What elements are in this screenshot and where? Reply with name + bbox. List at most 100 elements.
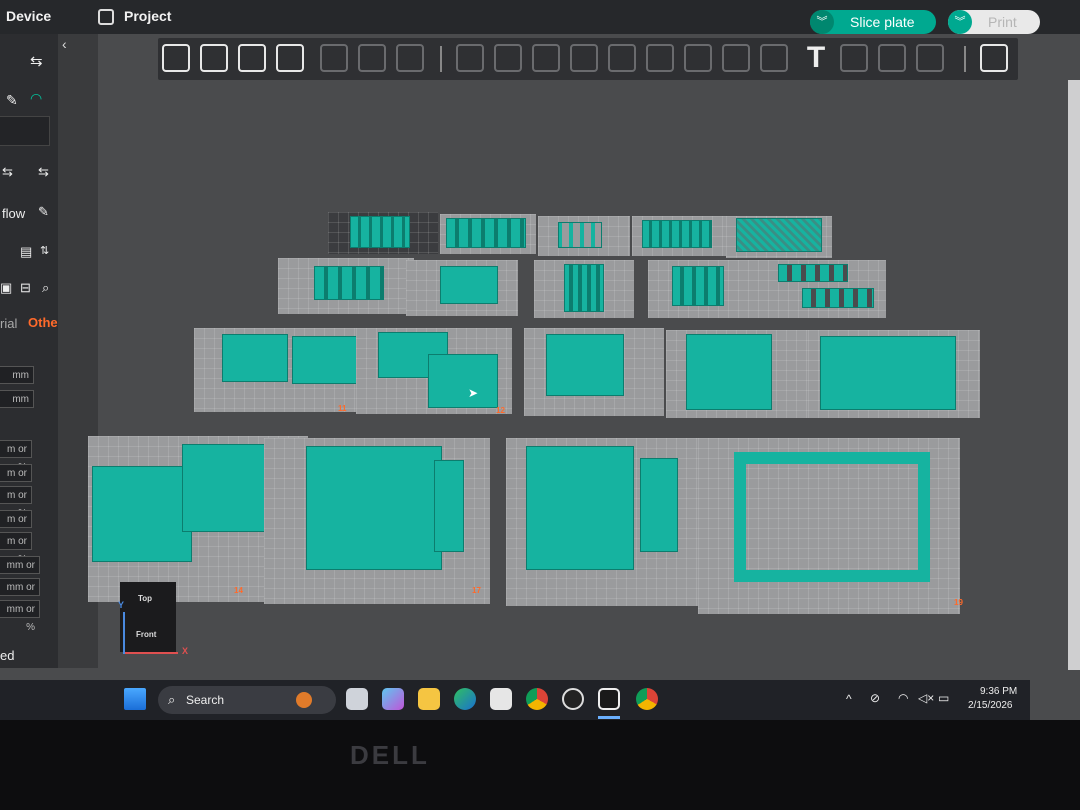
plate-part[interactable] bbox=[736, 218, 822, 252]
color-paint-icon[interactable] bbox=[760, 44, 788, 72]
layers-icon[interactable] bbox=[396, 44, 424, 72]
printer-select[interactable] bbox=[0, 116, 50, 146]
build-plate[interactable] bbox=[666, 330, 816, 418]
add-object-icon[interactable] bbox=[162, 44, 190, 72]
chrome-icon[interactable] bbox=[636, 688, 658, 710]
build-plate-canvas[interactable]: 11 12 ➤ 14 17 18 bbox=[58, 80, 1068, 670]
settings-sliders-icon[interactable]: ⇆ bbox=[30, 52, 43, 70]
view-cube[interactable]: Top Front bbox=[120, 582, 176, 652]
add-plate-icon[interactable] bbox=[200, 44, 228, 72]
print-button[interactable]: ︾ Print bbox=[948, 10, 1040, 34]
split-parts-icon[interactable] bbox=[358, 44, 386, 72]
build-plate[interactable] bbox=[534, 260, 634, 318]
auto-orient-icon[interactable] bbox=[238, 44, 266, 72]
seam-paint-icon[interactable] bbox=[722, 44, 750, 72]
plate-part[interactable] bbox=[820, 336, 956, 410]
plate-part[interactable] bbox=[564, 264, 604, 312]
plate-part[interactable] bbox=[640, 458, 678, 552]
sort-icon[interactable]: ⇅ bbox=[40, 244, 49, 257]
build-plate[interactable] bbox=[758, 260, 886, 318]
add-filament-icon[interactable]: ⇆ bbox=[2, 164, 13, 180]
bambu-studio-icon[interactable] bbox=[598, 688, 620, 710]
plate-part[interactable] bbox=[642, 220, 712, 248]
chevron-up-icon[interactable]: ^ bbox=[846, 692, 852, 706]
text-tool-icon[interactable]: T bbox=[802, 43, 830, 73]
plate-part[interactable] bbox=[802, 288, 874, 308]
copilot-icon[interactable] bbox=[382, 688, 404, 710]
assembly-icon[interactable] bbox=[916, 44, 944, 72]
file-explorer-icon[interactable] bbox=[418, 688, 440, 710]
plate-part[interactable] bbox=[558, 222, 602, 248]
build-plate[interactable] bbox=[278, 258, 414, 314]
plate-part[interactable] bbox=[428, 354, 498, 408]
plate-part[interactable] bbox=[314, 266, 384, 300]
value-field[interactable]: m or % bbox=[0, 532, 32, 565]
value-field[interactable]: m or % bbox=[0, 510, 32, 543]
lay-on-face-icon[interactable] bbox=[570, 44, 598, 72]
slice-plate-button[interactable]: ︾ Slice plate bbox=[810, 10, 936, 34]
compare-icon[interactable]: ▤ bbox=[20, 244, 32, 260]
edit-icon[interactable]: ✎ bbox=[6, 92, 18, 109]
value-field[interactable]: m or % bbox=[0, 464, 32, 497]
boolean-icon[interactable] bbox=[646, 44, 674, 72]
collapse-icon[interactable]: ‹ bbox=[62, 36, 67, 52]
puzzle-plugin-icon[interactable] bbox=[980, 44, 1008, 72]
save-icon[interactable]: ▣ bbox=[0, 280, 12, 296]
volume-muted-icon[interactable]: ◁× bbox=[918, 691, 934, 705]
build-plate[interactable] bbox=[632, 216, 728, 256]
build-plate[interactable] bbox=[648, 260, 760, 318]
chatgpt-icon[interactable] bbox=[562, 688, 584, 710]
chevron-down-icon[interactable]: ︾ bbox=[948, 10, 972, 34]
plate-part[interactable] bbox=[92, 466, 192, 562]
edge-icon[interactable] bbox=[454, 688, 476, 710]
task-view-icon[interactable] bbox=[346, 688, 368, 710]
emboss-icon[interactable] bbox=[878, 44, 906, 72]
cut-icon[interactable] bbox=[608, 44, 636, 72]
build-plate[interactable] bbox=[440, 214, 536, 254]
measure-icon[interactable] bbox=[840, 44, 868, 72]
frame-part[interactable] bbox=[734, 452, 930, 582]
minimize-icon[interactable]: ⊟ bbox=[20, 280, 31, 296]
build-plate[interactable] bbox=[726, 216, 832, 258]
build-plate[interactable]: 17 bbox=[264, 438, 490, 604]
value-field[interactable]: mm or % bbox=[0, 556, 40, 589]
value-field[interactable]: mm bbox=[0, 366, 34, 384]
value-field[interactable]: mm or % bbox=[0, 578, 40, 611]
plate-part[interactable] bbox=[434, 460, 464, 552]
flow-label[interactable]: flow bbox=[2, 206, 25, 221]
project-tab[interactable]: Project bbox=[124, 8, 171, 24]
support-paint-icon[interactable] bbox=[684, 44, 712, 72]
build-plate[interactable] bbox=[808, 330, 980, 418]
filament-settings-icon[interactable]: ⇆ bbox=[38, 164, 49, 180]
tab-material[interactable]: rial bbox=[0, 316, 17, 331]
store-icon[interactable] bbox=[490, 688, 512, 710]
value-field[interactable]: m or % bbox=[0, 486, 32, 519]
plate-part[interactable] bbox=[526, 446, 634, 570]
plate-part[interactable] bbox=[778, 264, 848, 282]
search-icon[interactable]: ⌕ bbox=[42, 280, 49, 296]
chrome-icon[interactable] bbox=[526, 688, 548, 710]
device-tab[interactable]: Device bbox=[6, 8, 51, 24]
arrange-icon[interactable] bbox=[276, 44, 304, 72]
plate-part[interactable] bbox=[440, 266, 498, 304]
window-scrollbar[interactable] bbox=[1068, 80, 1080, 670]
plate-part[interactable] bbox=[672, 266, 724, 306]
plate-part[interactable] bbox=[222, 334, 288, 382]
plate-part[interactable] bbox=[292, 336, 366, 384]
build-plate[interactable]: 18 bbox=[506, 438, 714, 606]
plate-part[interactable] bbox=[546, 334, 624, 396]
build-plate[interactable] bbox=[328, 212, 438, 254]
taskbar-search[interactable]: ⌕ Search bbox=[158, 686, 336, 714]
plate-part[interactable] bbox=[350, 216, 410, 248]
build-plate[interactable] bbox=[524, 328, 664, 416]
scale-icon[interactable] bbox=[532, 44, 560, 72]
notification-off-icon[interactable]: ⊘ bbox=[870, 691, 880, 705]
edit-icon[interactable]: ✎ bbox=[38, 204, 49, 220]
clock-date[interactable]: 2/15/2026 bbox=[968, 700, 1013, 711]
plate-part[interactable] bbox=[306, 446, 442, 570]
build-plate[interactable]: 12 ➤ bbox=[356, 328, 512, 415]
split-objects-icon[interactable] bbox=[320, 44, 348, 72]
build-plate[interactable]: 19 bbox=[698, 438, 963, 614]
wifi-icon[interactable]: ◠ bbox=[898, 691, 908, 705]
build-plate[interactable] bbox=[406, 260, 518, 316]
